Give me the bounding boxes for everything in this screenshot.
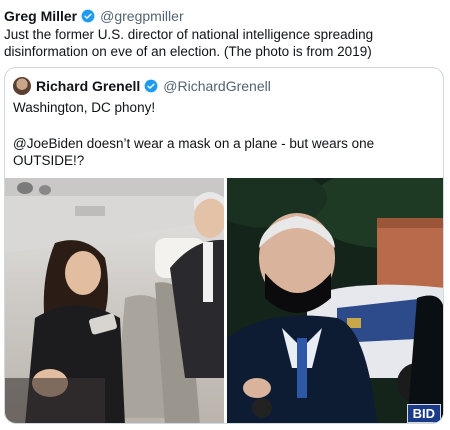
quoted-author-name[interactable]: Richard Grenell xyxy=(36,78,140,94)
bid-overlay-text: BID xyxy=(406,404,441,423)
media-grid: BID xyxy=(5,178,443,423)
outdoor-masked-photo[interactable]: BID xyxy=(227,178,443,423)
quoted-author-handle[interactable]: @RichardGrenell xyxy=(163,78,271,94)
quoted-tweet-text-line2: @JoeBiden doesn’t wear a mask on a plane… xyxy=(13,136,375,168)
author-handle[interactable]: @gregpmiller xyxy=(100,8,183,24)
quoted-tweet-text-line1: Washington, DC phony! xyxy=(13,100,156,115)
author-name[interactable]: Greg Miller xyxy=(4,8,77,24)
verified-badge-icon xyxy=(144,79,158,93)
avatar[interactable] xyxy=(13,77,31,95)
tweet-header: Greg Miller @gregpmiller xyxy=(4,6,184,26)
outdoor-scene-illustration xyxy=(227,178,443,423)
airplane-cabin-photo[interactable] xyxy=(5,178,224,423)
verified-badge-icon xyxy=(81,9,95,23)
quoted-tweet-card[interactable]: Richard Grenell @RichardGrenell Washingt… xyxy=(4,67,444,424)
quoted-tweet-header: Richard Grenell @RichardGrenell xyxy=(13,76,271,96)
tweet-text: Just the former U.S. director of nationa… xyxy=(4,27,374,59)
airplane-cabin-illustration xyxy=(5,178,224,423)
